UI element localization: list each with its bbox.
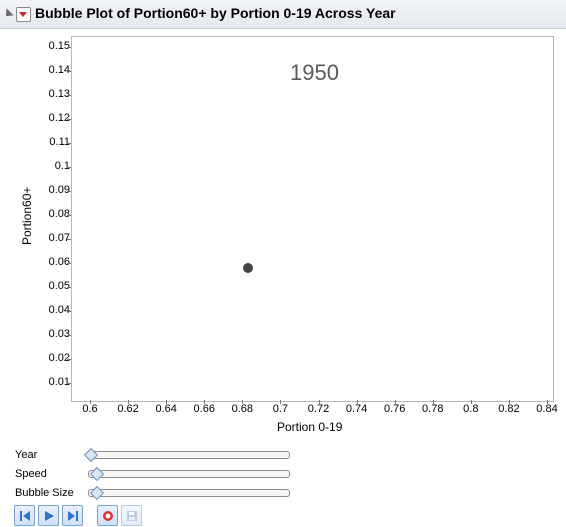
y-tick-label: 0.02 [48,352,70,364]
x-tick-mark [432,400,434,404]
bubble-size-slider[interactable] [88,485,290,501]
collapse-icon[interactable] [2,8,14,20]
record-icon [102,510,113,521]
y-tick-mark [67,119,71,120]
x-tick-label: 0.84 [536,403,558,415]
y-tick-mark [67,383,71,384]
y-tick-mark [67,287,71,288]
x-tick-label: 0.7 [272,403,289,415]
y-tick-label: 0.07 [48,232,70,244]
x-tick-mark [318,400,320,404]
x-tick-label: 0.6 [82,403,98,415]
x-tick-label: 0.78 [422,403,444,415]
speed-slider-thumb[interactable] [89,466,105,482]
bubble-point[interactable] [243,262,254,273]
x-tick-mark [547,400,548,404]
y-tick-mark [67,335,71,336]
x-tick-label: 0.82 [498,403,520,415]
y-tick-label: 0.05 [48,280,70,292]
speed-slider-label: Speed [15,468,47,480]
year-slider-thumb[interactable] [83,447,99,463]
x-tick-mark [508,400,510,404]
year-slider-label: Year [15,449,38,461]
x-tick-label: 0.64 [155,403,177,415]
step-forward-icon [67,510,78,521]
x-tick-mark [204,400,206,404]
play-button[interactable] [38,505,59,526]
y-tick-mark [67,95,71,96]
y-tick-label: 0.13 [48,88,70,100]
step-back-button[interactable] [14,505,35,526]
x-tick-label: 0.68 [231,403,254,415]
plot-area[interactable] [71,36,554,402]
y-tick-mark [67,167,71,168]
x-tick-mark [280,400,282,404]
bubble-size-slider-label: Bubble Size [15,487,74,499]
x-tick-mark [356,400,358,404]
x-tick-label: 0.74 [345,403,368,415]
y-tick-mark [67,143,71,144]
y-tick-mark [67,239,71,240]
y-tick-mark [67,311,71,312]
y-tick-label: 0.08 [48,208,70,220]
y-tick-label: 0.09 [48,184,70,196]
y-tick-label: 0.14 [48,64,70,76]
x-tick-mark [128,400,130,404]
step-forward-button[interactable] [62,505,83,526]
y-tick-mark [67,71,71,72]
y-tick-label: 0.03 [48,328,70,340]
y-tick-label: 0.11 [49,136,70,148]
save-icon [126,510,137,521]
x-tick-mark [470,400,472,404]
report-header: Bubble Plot of Portion60+ by Portion 0-1… [0,0,566,29]
y-tick-mark [67,263,71,264]
y-tick-label: 0.04 [48,304,70,316]
year-frame-label: 1950 [290,60,339,85]
y-tick-label: 0.01 [48,376,70,388]
x-tick-label: 0.76 [383,403,406,415]
x-tick-mark [394,400,396,404]
red-triangle-menu-icon[interactable] [16,7,31,22]
y-tick-mark [67,359,71,360]
report-title: Bubble Plot of Portion60+ by Portion 0-1… [35,5,396,21]
x-tick-mark [166,400,168,404]
y-tick-label: 0.06 [48,256,70,268]
bubble-size-slider-thumb[interactable] [89,485,105,501]
y-axis-title: Portion60+ [20,186,34,245]
step-back-icon [19,510,30,521]
y-tick-label: 0.1 [54,160,70,172]
x-tick-mark [242,400,244,404]
y-tick-label: 0.15 [48,40,70,52]
play-icon [44,510,54,521]
y-tick-mark [67,215,71,216]
year-slider[interactable] [83,447,290,463]
x-tick-label: 0.62 [117,403,139,415]
save-button[interactable] [121,505,142,526]
y-tick-mark [67,47,71,48]
speed-slider[interactable] [88,466,290,482]
x-tick-mark [90,400,91,404]
x-axis-title: Portion 0-19 [277,420,343,434]
x-tick-label: 0.66 [193,403,215,415]
record-button[interactable] [97,505,118,526]
y-tick-mark [67,191,71,192]
y-tick-label: 0.12 [48,112,70,124]
x-tick-label: 0.72 [307,403,330,415]
x-tick-label: 0.8 [463,403,479,415]
